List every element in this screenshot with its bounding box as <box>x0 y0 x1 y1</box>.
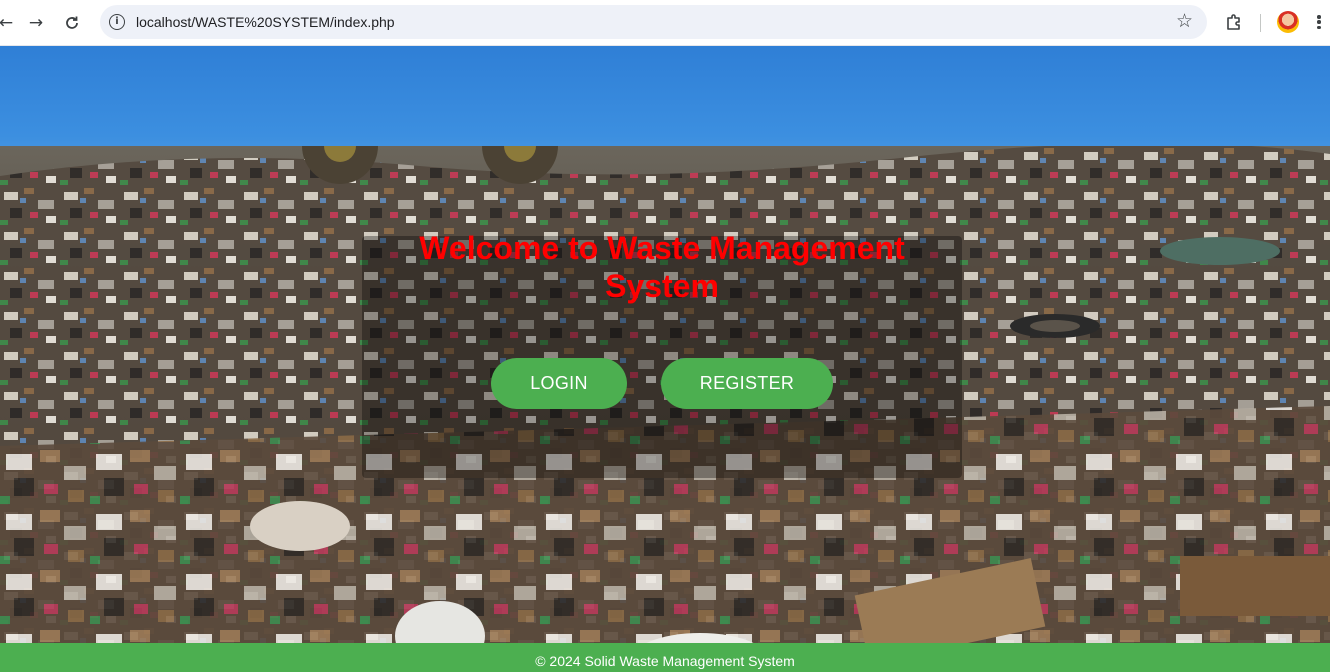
puzzle-icon[interactable] <box>1222 10 1246 34</box>
star-icon[interactable]: ☆ <box>1176 10 1193 32</box>
avatar[interactable] <box>1277 11 1299 33</box>
kebab-menu-icon[interactable] <box>1313 11 1325 33</box>
address-bar[interactable]: i localhost/WASTE%20SYSTEM/index.php ☆ <box>100 5 1207 39</box>
url-text[interactable]: localhost/WASTE%20SYSTEM/index.php <box>136 14 395 30</box>
browser-toolbar: ← → i localhost/WASTE%20SYSTEM/index.php… <box>0 0 1330 46</box>
arrow-left-icon[interactable]: ← <box>0 9 20 37</box>
register-button[interactable]: REGISTER <box>661 358 833 409</box>
footer: © 2024 Solid Waste Management System <box>0 643 1330 672</box>
footer-text: © 2024 Solid Waste Management System <box>535 653 795 669</box>
arrow-right-icon[interactable]: → <box>22 9 50 37</box>
info-icon[interactable]: i <box>109 14 125 30</box>
login-button[interactable]: LOGIN <box>491 358 627 409</box>
toolbar-divider <box>1260 14 1261 32</box>
reload-icon[interactable] <box>58 9 86 37</box>
page-title: Welcome to Waste Management System <box>419 230 905 304</box>
page-content <box>0 46 1330 672</box>
